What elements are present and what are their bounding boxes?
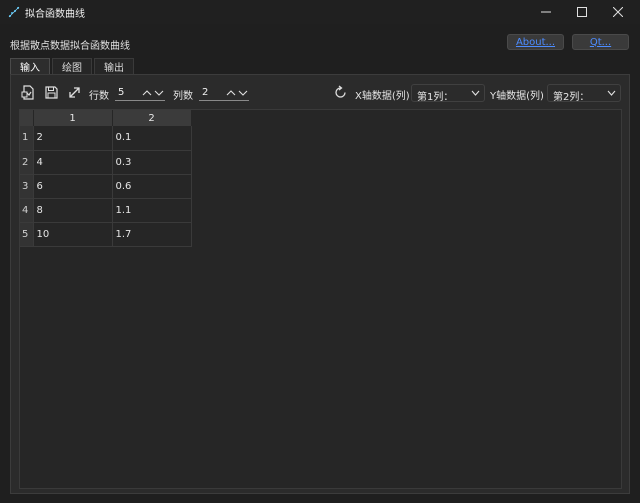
row-header[interactable]: 2	[20, 150, 34, 175]
y-axis-label: Y轴数据(列)	[490, 91, 544, 102]
table-cell[interactable]: 10	[33, 222, 113, 247]
column-header[interactable]: 2	[112, 110, 192, 126]
refresh-icon[interactable]	[333, 85, 348, 100]
cols-value: 2	[202, 87, 209, 98]
table-row: 1 2 0.1	[20, 126, 192, 151]
x-column-value: 第1列：	[417, 92, 454, 103]
table-cell[interactable]: 0.1	[112, 126, 192, 151]
data-table[interactable]: 1 2 1 2 0.1 2 4 0.3 3 6 0.6 4 8 1.1 5 10…	[19, 109, 622, 489]
table-cell[interactable]: 2	[33, 126, 113, 151]
table-cell[interactable]: 1.1	[112, 198, 192, 223]
table-cell[interactable]: 6	[33, 174, 113, 199]
app-icon	[8, 6, 20, 18]
title-bar[interactable]: 拟合函数曲线	[0, 0, 640, 24]
spin-arrows-icon[interactable]	[225, 88, 249, 98]
x-axis-label: X轴数据(列)	[355, 91, 410, 102]
y-column-select[interactable]: 第2列：	[547, 84, 621, 103]
cols-spinbox[interactable]: 2	[199, 85, 249, 101]
row-header[interactable]: 3	[20, 174, 34, 199]
expand-icon[interactable]	[67, 85, 82, 100]
tab-input[interactable]: 输入	[10, 58, 50, 74]
column-header[interactable]: 1	[33, 110, 113, 126]
table-row: 5 10 1.7	[20, 222, 192, 247]
minimize-icon	[541, 11, 551, 13]
chevron-down-icon	[471, 90, 480, 96]
maximize-icon	[577, 7, 587, 17]
page-description: 根据散点数据拟合函数曲线	[10, 41, 130, 52]
table-cell[interactable]: 0.6	[112, 174, 192, 199]
spin-arrows-icon[interactable]	[141, 88, 165, 98]
window-title: 拟合函数曲线	[25, 9, 85, 20]
rows-value: 5	[118, 87, 125, 98]
rows-spinbox[interactable]: 5	[115, 85, 165, 101]
import-file-icon[interactable]	[21, 85, 36, 100]
rows-label: 行数	[89, 91, 109, 102]
cols-label: 列数	[173, 91, 193, 102]
row-header[interactable]: 4	[20, 198, 34, 223]
table-row: 2 4 0.3	[20, 150, 192, 175]
input-panel: 行数 5 列数 2 X轴数据(列) 第1列： Y轴数据(列) 第2列： 1 2 …	[10, 74, 630, 494]
close-icon	[613, 7, 623, 17]
tab-bar: 输入 绘图 输出	[10, 58, 136, 74]
corner-cell[interactable]	[20, 110, 34, 126]
table-header-row: 1 2	[20, 110, 192, 126]
close-button[interactable]	[600, 0, 636, 24]
table-row: 4 8 1.1	[20, 198, 192, 223]
maximize-button[interactable]	[564, 0, 600, 24]
chevron-down-icon	[607, 90, 616, 96]
row-header[interactable]: 5	[20, 222, 34, 247]
table-cell[interactable]: 1.7	[112, 222, 192, 247]
toolbar: 行数 5 列数 2 X轴数据(列) 第1列： Y轴数据(列) 第2列：	[11, 75, 629, 109]
row-header[interactable]: 1	[20, 126, 34, 151]
x-column-select[interactable]: 第1列：	[411, 84, 485, 103]
about-button[interactable]: About...	[507, 34, 564, 50]
table-cell[interactable]: 4	[33, 150, 113, 175]
save-icon[interactable]	[44, 85, 59, 100]
table-row: 3 6 0.6	[20, 174, 192, 199]
tab-plot[interactable]: 绘图	[52, 58, 92, 74]
table-cell[interactable]: 0.3	[112, 150, 192, 175]
table-cell[interactable]: 8	[33, 198, 113, 223]
y-column-value: 第2列：	[553, 92, 590, 103]
about-qt-button[interactable]: Qt...	[572, 34, 629, 50]
minimize-button[interactable]	[528, 0, 564, 24]
tab-output[interactable]: 输出	[94, 58, 134, 74]
data-grid[interactable]: 1 2 1 2 0.1 2 4 0.3 3 6 0.6 4 8 1.1 5 10…	[20, 110, 192, 247]
